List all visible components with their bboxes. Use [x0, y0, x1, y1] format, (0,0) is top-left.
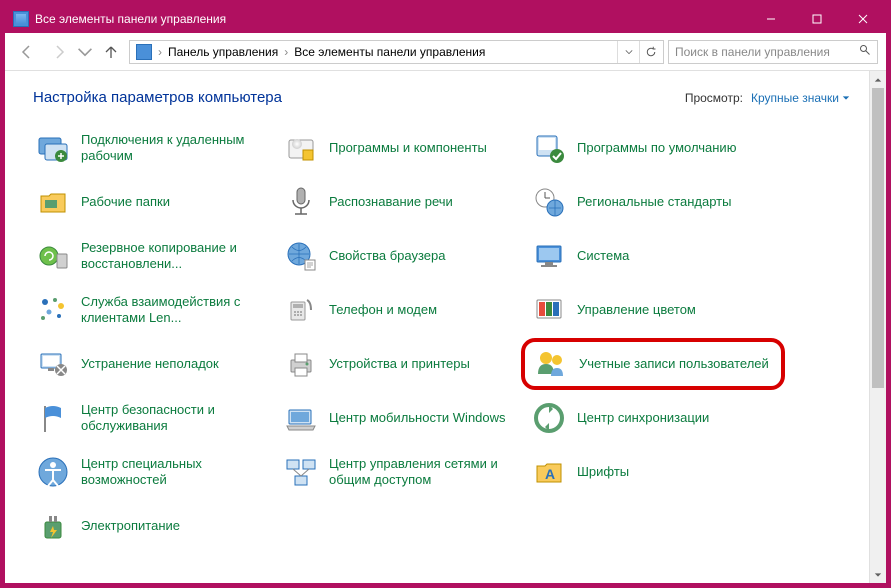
svg-text:A: A [545, 466, 555, 482]
content-area: Настройка параметров компьютера Просмотр… [5, 71, 886, 583]
scrollbar[interactable] [869, 71, 886, 583]
breadcrumb-root[interactable]: Панель управления [164, 45, 282, 59]
item-label: Учетные записи пользователей [579, 356, 769, 372]
view-by-label: Просмотр: [685, 91, 743, 105]
item-label: Центр безопасности и обслуживания [81, 402, 271, 435]
minimize-button[interactable] [748, 5, 794, 33]
items-grid: Подключения к удаленным рабочим Программ… [33, 126, 878, 548]
item-programs-components[interactable]: Программы и компоненты [281, 126, 529, 170]
power-icon [35, 508, 71, 544]
back-button[interactable] [13, 38, 41, 66]
search-placeholder: Поиск в панели управления [675, 45, 830, 59]
item-ease-of-access[interactable]: Центр специальных возможностей [33, 450, 281, 494]
item-power-options[interactable]: Электропитание [33, 504, 281, 548]
default-programs-icon [531, 130, 567, 166]
troubleshoot-icon [35, 346, 71, 382]
scroll-down-button[interactable] [870, 566, 886, 583]
forward-button[interactable] [45, 38, 73, 66]
item-label: Подключения к удаленным рабочим [81, 132, 271, 165]
programs-icon [283, 130, 319, 166]
item-label: Управление цветом [577, 302, 696, 318]
item-phone-modem[interactable]: Телефон и модем [281, 288, 529, 332]
page-title: Настройка параметров компьютера [33, 89, 282, 106]
item-internet-options[interactable]: Свойства браузера [281, 234, 529, 278]
item-label: Шрифты [577, 464, 629, 480]
item-network-sharing[interactable]: Центр управления сетями и общим доступом [281, 450, 529, 494]
close-button[interactable] [840, 5, 886, 33]
maximize-button[interactable] [794, 5, 840, 33]
view-by-value[interactable]: Крупные значки [751, 91, 850, 105]
search-input[interactable]: Поиск в панели управления [668, 40, 878, 64]
users-icon [533, 346, 569, 382]
item-speech-recognition[interactable]: Распознавание речи [281, 180, 529, 224]
item-label: Электропитание [81, 518, 180, 534]
remote-connections-icon [35, 130, 71, 166]
item-security-maintenance[interactable]: Центр безопасности и обслуживания [33, 396, 281, 440]
control-panel-icon [13, 11, 29, 27]
item-regional-standards[interactable]: Региональные стандарты [529, 180, 777, 224]
address-bar: › Панель управления › Все элементы панел… [5, 33, 886, 71]
item-system[interactable]: Система [529, 234, 777, 278]
dots-icon [35, 292, 71, 328]
item-troubleshooting[interactable]: Устранение неполадок [33, 342, 281, 386]
item-backup-restore[interactable]: Резервное копирование и восстановлени... [33, 234, 281, 278]
breadcrumb[interactable]: › Панель управления › Все элементы панел… [129, 40, 664, 64]
backup-icon [35, 238, 71, 274]
breadcrumb-current[interactable]: Все элементы панели управления [290, 45, 489, 59]
crumb-dropdown[interactable] [617, 41, 639, 63]
chevron-right-icon: › [156, 45, 164, 59]
refresh-button[interactable] [639, 41, 661, 63]
microphone-icon [283, 184, 319, 220]
item-remote-connections[interactable]: Подключения к удаленным рабочим [33, 126, 281, 170]
history-dropdown[interactable] [77, 38, 93, 66]
item-label: Центр синхронизации [577, 410, 709, 426]
sync-icon [531, 400, 567, 436]
item-label: Центр управления сетями и общим доступом [329, 456, 519, 489]
item-label: Свойства браузера [329, 248, 445, 264]
item-label: Программы по умолчанию [577, 140, 736, 156]
chevron-right-icon: › [282, 45, 290, 59]
ease-access-icon [35, 454, 71, 490]
search-icon [859, 44, 871, 59]
titlebar: Все элементы панели управления [5, 5, 886, 33]
item-lenovo-customer[interactable]: Служба взаимодействия с клиентами Len... [33, 288, 281, 332]
item-work-folders[interactable]: Рабочие папки [33, 180, 281, 224]
phone-icon [283, 292, 319, 328]
item-devices-printers[interactable]: Устройства и принтеры [281, 342, 529, 386]
item-label: Центр специальных возможностей [81, 456, 271, 489]
item-label: Центр мобильности Windows [329, 410, 506, 426]
item-label: Резервное копирование и восстановлени... [81, 240, 271, 273]
globe-icon [283, 238, 319, 274]
mobility-icon [283, 400, 319, 436]
item-label: Распознавание речи [329, 194, 453, 210]
item-mobility-center[interactable]: Центр мобильности Windows [281, 396, 529, 440]
clock-globe-icon [531, 184, 567, 220]
item-fonts[interactable]: A Шрифты [529, 450, 777, 494]
item-default-programs[interactable]: Программы по умолчанию [529, 126, 777, 170]
item-label: Рабочие папки [81, 194, 170, 210]
up-button[interactable] [97, 38, 125, 66]
window-title: Все элементы панели управления [35, 12, 226, 26]
printer-icon [283, 346, 319, 382]
scroll-thumb[interactable] [872, 88, 884, 388]
item-label: Программы и компоненты [329, 140, 487, 156]
item-sync-center[interactable]: Центр синхронизации [529, 396, 777, 440]
item-user-accounts[interactable]: Учетные записи пользователей [521, 338, 785, 390]
system-icon [531, 238, 567, 274]
view-by: Просмотр: Крупные значки [685, 91, 850, 105]
work-folders-icon [35, 184, 71, 220]
item-label: Система [577, 248, 629, 264]
flag-icon [35, 400, 71, 436]
color-icon [531, 292, 567, 328]
network-icon [283, 454, 319, 490]
item-label: Региональные стандарты [577, 194, 731, 210]
scroll-up-button[interactable] [870, 71, 886, 88]
item-label: Телефон и модем [329, 302, 437, 318]
item-label: Устройства и принтеры [329, 356, 470, 372]
item-label: Служба взаимодействия с клиентами Len... [81, 294, 271, 327]
fonts-icon: A [531, 454, 567, 490]
control-panel-icon [136, 44, 152, 60]
item-color-management[interactable]: Управление цветом [529, 288, 777, 332]
item-label: Устранение неполадок [81, 356, 219, 372]
